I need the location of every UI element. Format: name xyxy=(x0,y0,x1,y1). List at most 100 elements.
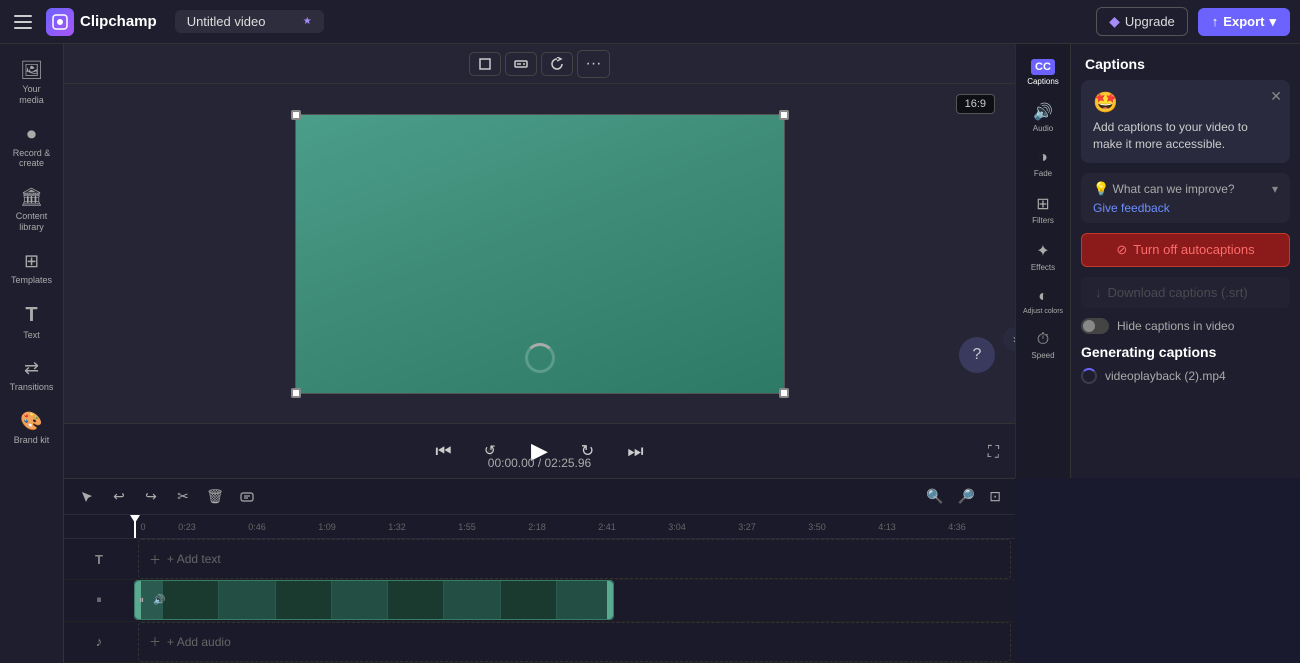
text-track-content[interactable]: ＋ + Add text xyxy=(138,539,1011,579)
brand-kit-icon: 🎨 xyxy=(20,411,42,432)
clip-handle-right[interactable] xyxy=(607,581,613,619)
menu-button[interactable] xyxy=(10,8,38,36)
expand-button[interactable]: ⛶ xyxy=(988,444,999,462)
help-button[interactable]: ? xyxy=(959,337,995,373)
delete-button[interactable]: 🗑 xyxy=(202,484,228,510)
zoom-out-button[interactable]: 🔍 xyxy=(922,484,947,509)
caption-tool-button[interactable] xyxy=(505,52,537,76)
right-icon-adjust-colors[interactable]: ◐ Adjust colors xyxy=(1018,281,1068,322)
sidebar-item-text[interactable]: T Text xyxy=(4,296,60,349)
cut-button[interactable]: ✂ xyxy=(170,484,196,510)
redo-button[interactable]: ↪ xyxy=(138,484,164,510)
clipchamp-logo[interactable]: Clipchamp xyxy=(46,8,157,36)
sidebar-item-your-media[interactable]: 🖼 Your media xyxy=(4,52,60,114)
fit-to-window-button[interactable]: ⊡ xyxy=(985,484,1005,509)
resize-handle-bl[interactable] xyxy=(291,388,301,398)
export-icon: ↑ xyxy=(1212,14,1219,29)
generating-item: videoplayback (2).mp4 xyxy=(1081,368,1290,384)
crop-tool-button[interactable] xyxy=(469,52,501,76)
turn-off-autocaptions-button[interactable]: ⊘ Turn off autocaptions xyxy=(1081,233,1290,267)
export-chevron-icon: ▾ xyxy=(1269,14,1276,30)
video-clip[interactable]: ⏸ 🔊 xyxy=(134,580,614,620)
ruler-mark-023: 0:23 xyxy=(152,522,222,532)
sidebar-item-record-create[interactable]: ⏺ Record & create xyxy=(4,116,60,178)
right-icon-effects[interactable]: ✦ Effects xyxy=(1018,234,1068,279)
timeline-toolbar: ↩ ↪ ✂ 🗑 🔍 🔎 ⊡ xyxy=(64,479,1015,515)
right-icon-captions[interactable]: CC Captions xyxy=(1018,52,1068,93)
current-time: 00:00.00 xyxy=(488,456,535,470)
select-tool-button[interactable] xyxy=(74,484,100,510)
right-icon-audio[interactable]: 🔊 Audio xyxy=(1018,95,1068,140)
center-area: ··· 16:9 ? › ⏮ ↺ xyxy=(64,44,1015,663)
skip-forward-button[interactable]: ⏭ xyxy=(620,435,652,467)
ruler-mark-218: 2:18 xyxy=(502,522,572,532)
video-track-label: ⏸ xyxy=(64,594,134,607)
right-icon-label-captions: Captions xyxy=(1027,77,1059,86)
right-icons-bar: CC Captions 🔊 Audio ◑ Fade ⊞ Filters ✦ xyxy=(1015,44,1070,478)
playhead-triangle xyxy=(130,515,140,523)
upgrade-button[interactable]: ◆ Upgrade xyxy=(1096,7,1188,36)
timeline-area: ↩ ↪ ✂ 🗑 🔍 🔎 ⊡ 0 xyxy=(64,478,1015,663)
undo-button[interactable]: ↩ xyxy=(106,484,132,510)
preview-toolbar: ··· xyxy=(64,44,1015,84)
resize-handle-tr[interactable] xyxy=(779,110,789,120)
right-icon-label-filters: Filters xyxy=(1032,216,1054,225)
playback-controls: ⏮ ↺ ▶ ↻ ⏭ 00:00.00 / 02:25.96 ⛶ xyxy=(64,423,1015,478)
ruler-mark-0: 0 xyxy=(134,522,152,532)
video-track-icon: ⏸ xyxy=(96,594,102,607)
video-title-tab[interactable]: ★ xyxy=(175,10,324,33)
right-icon-label-effects: Effects xyxy=(1031,263,1055,272)
sidebar-item-brand-kit[interactable]: 🎨 Brand kit xyxy=(4,403,60,454)
video-title-input[interactable] xyxy=(187,14,297,29)
adjust-colors-icon: ◐ xyxy=(1038,288,1048,306)
add-text-button[interactable]: ＋ + Add text xyxy=(139,540,1010,578)
audio-track-content[interactable]: ＋ + Add audio xyxy=(138,622,1011,662)
topbar-right: ◆ Upgrade ↑ Export ▾ xyxy=(1096,7,1290,36)
right-icon-speed[interactable]: ⏱ Speed xyxy=(1018,324,1068,367)
star-badge: ★ xyxy=(303,16,312,27)
add-text-label: + Add text xyxy=(167,552,221,566)
right-icon-fade[interactable]: ◑ Fade xyxy=(1018,142,1068,185)
sidebar-item-label-content-library: Content library xyxy=(10,211,54,233)
rotate-tool-button[interactable] xyxy=(541,52,573,76)
collapse-arrow[interactable]: › xyxy=(1003,327,1015,351)
sidebar-item-content-library[interactable]: 🏛 Content library xyxy=(4,179,60,241)
export-button[interactable]: ↑ Export ▾ xyxy=(1198,8,1290,36)
add-text-icon: ＋ xyxy=(149,551,161,568)
download-captions-button[interactable]: ↓ Download captions (.srt) xyxy=(1081,277,1290,308)
add-audio-button[interactable]: ＋ + Add audio xyxy=(139,623,1010,661)
feedback-row[interactable]: 💡 What can we improve? ▾ xyxy=(1093,181,1278,197)
generating-spinner xyxy=(1081,368,1097,384)
ruler-mark-109: 1:09 xyxy=(292,522,362,532)
loading-spinner xyxy=(525,343,555,373)
right-icon-label-speed: Speed xyxy=(1031,351,1054,360)
turn-off-label: Turn off autocaptions xyxy=(1133,242,1254,257)
give-feedback-link[interactable]: Give feedback xyxy=(1093,201,1278,215)
sidebar-item-label-templates: Templates xyxy=(11,275,52,286)
clip-pause-icon: ⏸ xyxy=(139,595,144,606)
sidebar-item-transitions[interactable]: ⇄ Transitions xyxy=(4,350,60,401)
resize-handle-br[interactable] xyxy=(779,388,789,398)
hide-captions-toggle[interactable] xyxy=(1081,318,1109,334)
add-audio-icon: ＋ xyxy=(149,633,161,650)
resize-handle-tl[interactable] xyxy=(291,110,301,120)
detach-audio-button[interactable] xyxy=(234,484,260,510)
right-icon-label-audio: Audio xyxy=(1033,124,1053,133)
more-tools-button[interactable]: ··· xyxy=(577,50,611,78)
sidebar-item-label-your-media: Your media xyxy=(10,84,54,106)
zoom-in-button[interactable]: 🔎 xyxy=(954,484,979,509)
caption-promo-close-button[interactable]: ✕ xyxy=(1270,88,1282,105)
skip-back-button[interactable]: ⏮ xyxy=(428,435,460,467)
video-track-row: ⏸ ⏸ 🔊 xyxy=(64,580,1015,621)
filters-icon: ⊞ xyxy=(1036,194,1049,214)
video-canvas-wrapper: 16:9 ? › xyxy=(64,84,1015,423)
sidebar-item-templates[interactable]: ⊞ Templates xyxy=(4,243,60,294)
effects-icon: ✦ xyxy=(1036,241,1049,261)
turn-off-icon: ⊘ xyxy=(1116,242,1127,258)
text-icon: T xyxy=(25,304,37,327)
diamond-icon: ◆ xyxy=(1109,13,1120,30)
right-icon-filters[interactable]: ⊞ Filters xyxy=(1018,187,1068,232)
audio-track-label: ♪ xyxy=(64,634,134,649)
playhead[interactable] xyxy=(134,515,136,538)
generating-section: Generating captions videoplayback (2).mp… xyxy=(1081,344,1290,384)
